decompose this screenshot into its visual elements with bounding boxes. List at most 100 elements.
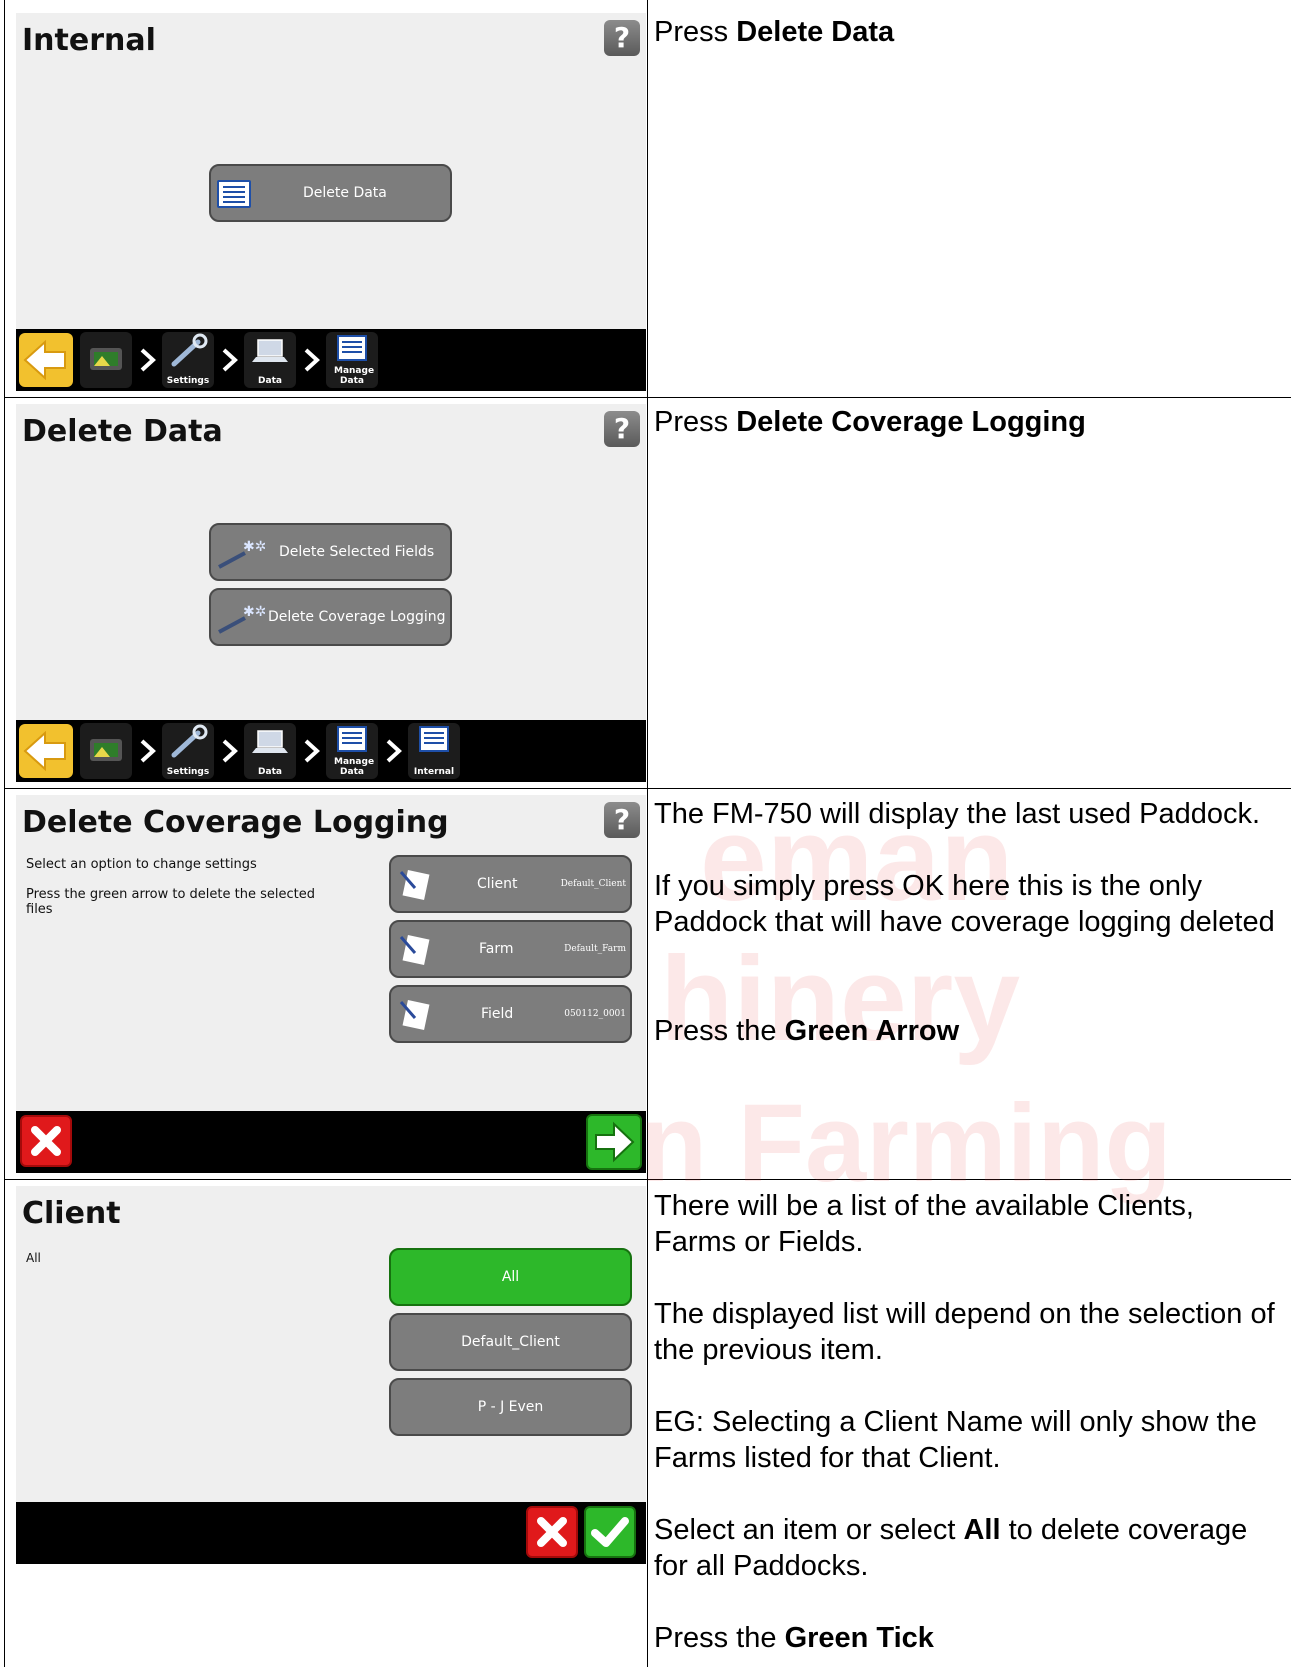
instruction-paragraph: Press the Green Arrow [654,1013,1284,1049]
breadcrumb-manage-data[interactable]: Manage Data [326,723,378,779]
page-title: Client [22,1196,121,1231]
current-selection: All [26,1251,41,1265]
home-crumb[interactable] [80,332,132,388]
help-button[interactable]: ? [604,411,640,447]
instruction-prefix: Press the [654,1622,785,1654]
delete-selected-fields-button[interactable]: ✱✲ Delete Selected Fields [209,523,452,581]
row-divider [4,397,1291,398]
table-left-border [4,0,5,1667]
delete-data-button[interactable]: Delete Data [209,164,452,222]
close-icon [31,1126,61,1156]
instruction-line: Select an option to change settings [26,857,257,872]
svg-text:✱✲: ✱✲ [243,539,265,555]
screen-client: Client All All Default_Client P - J Even [16,1186,646,1564]
option-label: All [501,1269,520,1285]
row-divider [4,1179,1291,1180]
instruction-bold: Green Arrow [784,1015,960,1047]
farm-setting-button[interactable]: Farm Default_Farm [389,920,632,978]
instruction-prefix: Select an item or select [654,1514,964,1546]
breadcrumb-settings[interactable]: Settings [162,332,214,388]
instruction-paragraph: If you simply press OK here this is the … [654,870,1275,938]
edit-note-icon [399,999,430,1031]
list-icon [337,335,367,361]
edit-note-icon [399,934,430,966]
chevron-right-icon [222,739,238,763]
back-arrow-icon [23,339,66,381]
option-pj-even-button[interactable]: P - J Even [389,1378,632,1436]
close-icon [537,1517,567,1547]
breadcrumb-label: Settings [166,376,210,386]
breadcrumb-bar: Settings Data Manage Data [16,720,646,782]
instruction-text: Press Delete Data [654,14,1284,50]
instruction-paragraph: The FM-750 will display the last used Pa… [654,798,1261,830]
breadcrumb-label: Manage Data [334,366,375,386]
breadcrumb-label: Data [258,376,282,386]
magic-wand-icon: ✱✲ [218,604,265,634]
back-button[interactable] [19,724,73,778]
option-label: P - J Even [477,1399,544,1415]
laptop-icon [252,339,288,362]
instruction-paragraph: Press Delete Data [654,14,1284,50]
instruction-bold: All [963,1514,1001,1546]
instruction-prefix: Press [654,16,737,48]
option-default-client-button[interactable]: Default_Client [389,1313,632,1371]
watermark-line: n Farming [640,1082,1172,1205]
setting-value: Default_Farm [564,944,626,954]
button-label: Delete Selected Fields [279,544,435,560]
breadcrumb-data[interactable]: Data [244,723,296,779]
instruction-bold: Delete Coverage Logging [736,406,1086,438]
instruction-bold: Delete Data [736,16,895,48]
cancel-button[interactable] [20,1115,72,1167]
breadcrumb-manage-data[interactable]: Manage Data [326,332,378,388]
button-label: Delete Coverage Logging [268,609,446,625]
client-setting-button[interactable]: Client Default_Client [389,855,632,913]
chevron-right-icon [222,348,238,372]
help-button[interactable]: ? [604,802,640,838]
instruction-paragraph: Press Delete Coverage Logging [654,404,1284,440]
delete-coverage-logging-button[interactable]: ✱✲ Delete Coverage Logging [209,588,452,646]
field-setting-button[interactable]: Field 050112_0001 [389,985,632,1043]
button-label: Delete Data [303,185,387,201]
back-arrow-icon [23,730,66,772]
confirm-tick-button[interactable] [584,1506,636,1558]
wrench-icon [171,333,208,367]
instruction-text: Press Delete Coverage Logging [654,404,1284,440]
chevron-right-icon [140,348,156,372]
home-crumb[interactable] [80,723,132,779]
help-button[interactable]: ? [604,20,640,56]
breadcrumb-internal[interactable]: Internal [408,723,460,779]
checkmark-icon [591,1517,629,1547]
row-divider [4,788,1291,789]
option-all-button[interactable]: All [389,1248,632,1306]
instruction-bold: Green Tick [784,1622,934,1654]
breadcrumb-data[interactable]: Data [244,332,296,388]
magic-wand-icon: ✱✲ [218,539,265,569]
breadcrumb-label: Data [258,767,282,777]
setting-label: Client [477,876,518,892]
screen-internal: Internal ? Delete Data Settings Data Man… [16,13,646,391]
chevron-right-icon [304,739,320,763]
setting-value: Default_Client [560,879,626,889]
instruction-paragraph: The displayed list will depend on the se… [654,1298,1275,1366]
confirm-arrow-button[interactable] [586,1114,642,1170]
laptop-icon [252,730,288,753]
chevron-right-icon [140,739,156,763]
instruction-text: The FM-750 will display the last used Pa… [654,796,1284,1049]
back-button[interactable] [19,333,73,387]
screen-delete-data: Delete Data ? ✱✲ Delete Selected Fields … [16,404,646,782]
list-icon [419,726,449,752]
breadcrumb-settings[interactable]: Settings [162,723,214,779]
breadcrumb-label: Manage Data [334,757,375,777]
cancel-button[interactable] [526,1506,578,1558]
instruction-line: Press the green arrow to delete the sele… [26,887,315,917]
page-title: Internal [22,23,156,58]
instruction-paragraph: There will be a list of the available Cl… [654,1190,1194,1258]
page-title: Delete Data [22,414,223,449]
breadcrumb-label: Settings [166,767,210,777]
instruction-paragraph: EG: Selecting a Client Name will only sh… [654,1406,1257,1474]
instruction-text: There will be a list of the available Cl… [654,1188,1284,1656]
wrench-icon [171,724,208,758]
chevron-right-icon [304,348,320,372]
field-display-icon [90,739,122,761]
action-bar [16,1502,646,1564]
